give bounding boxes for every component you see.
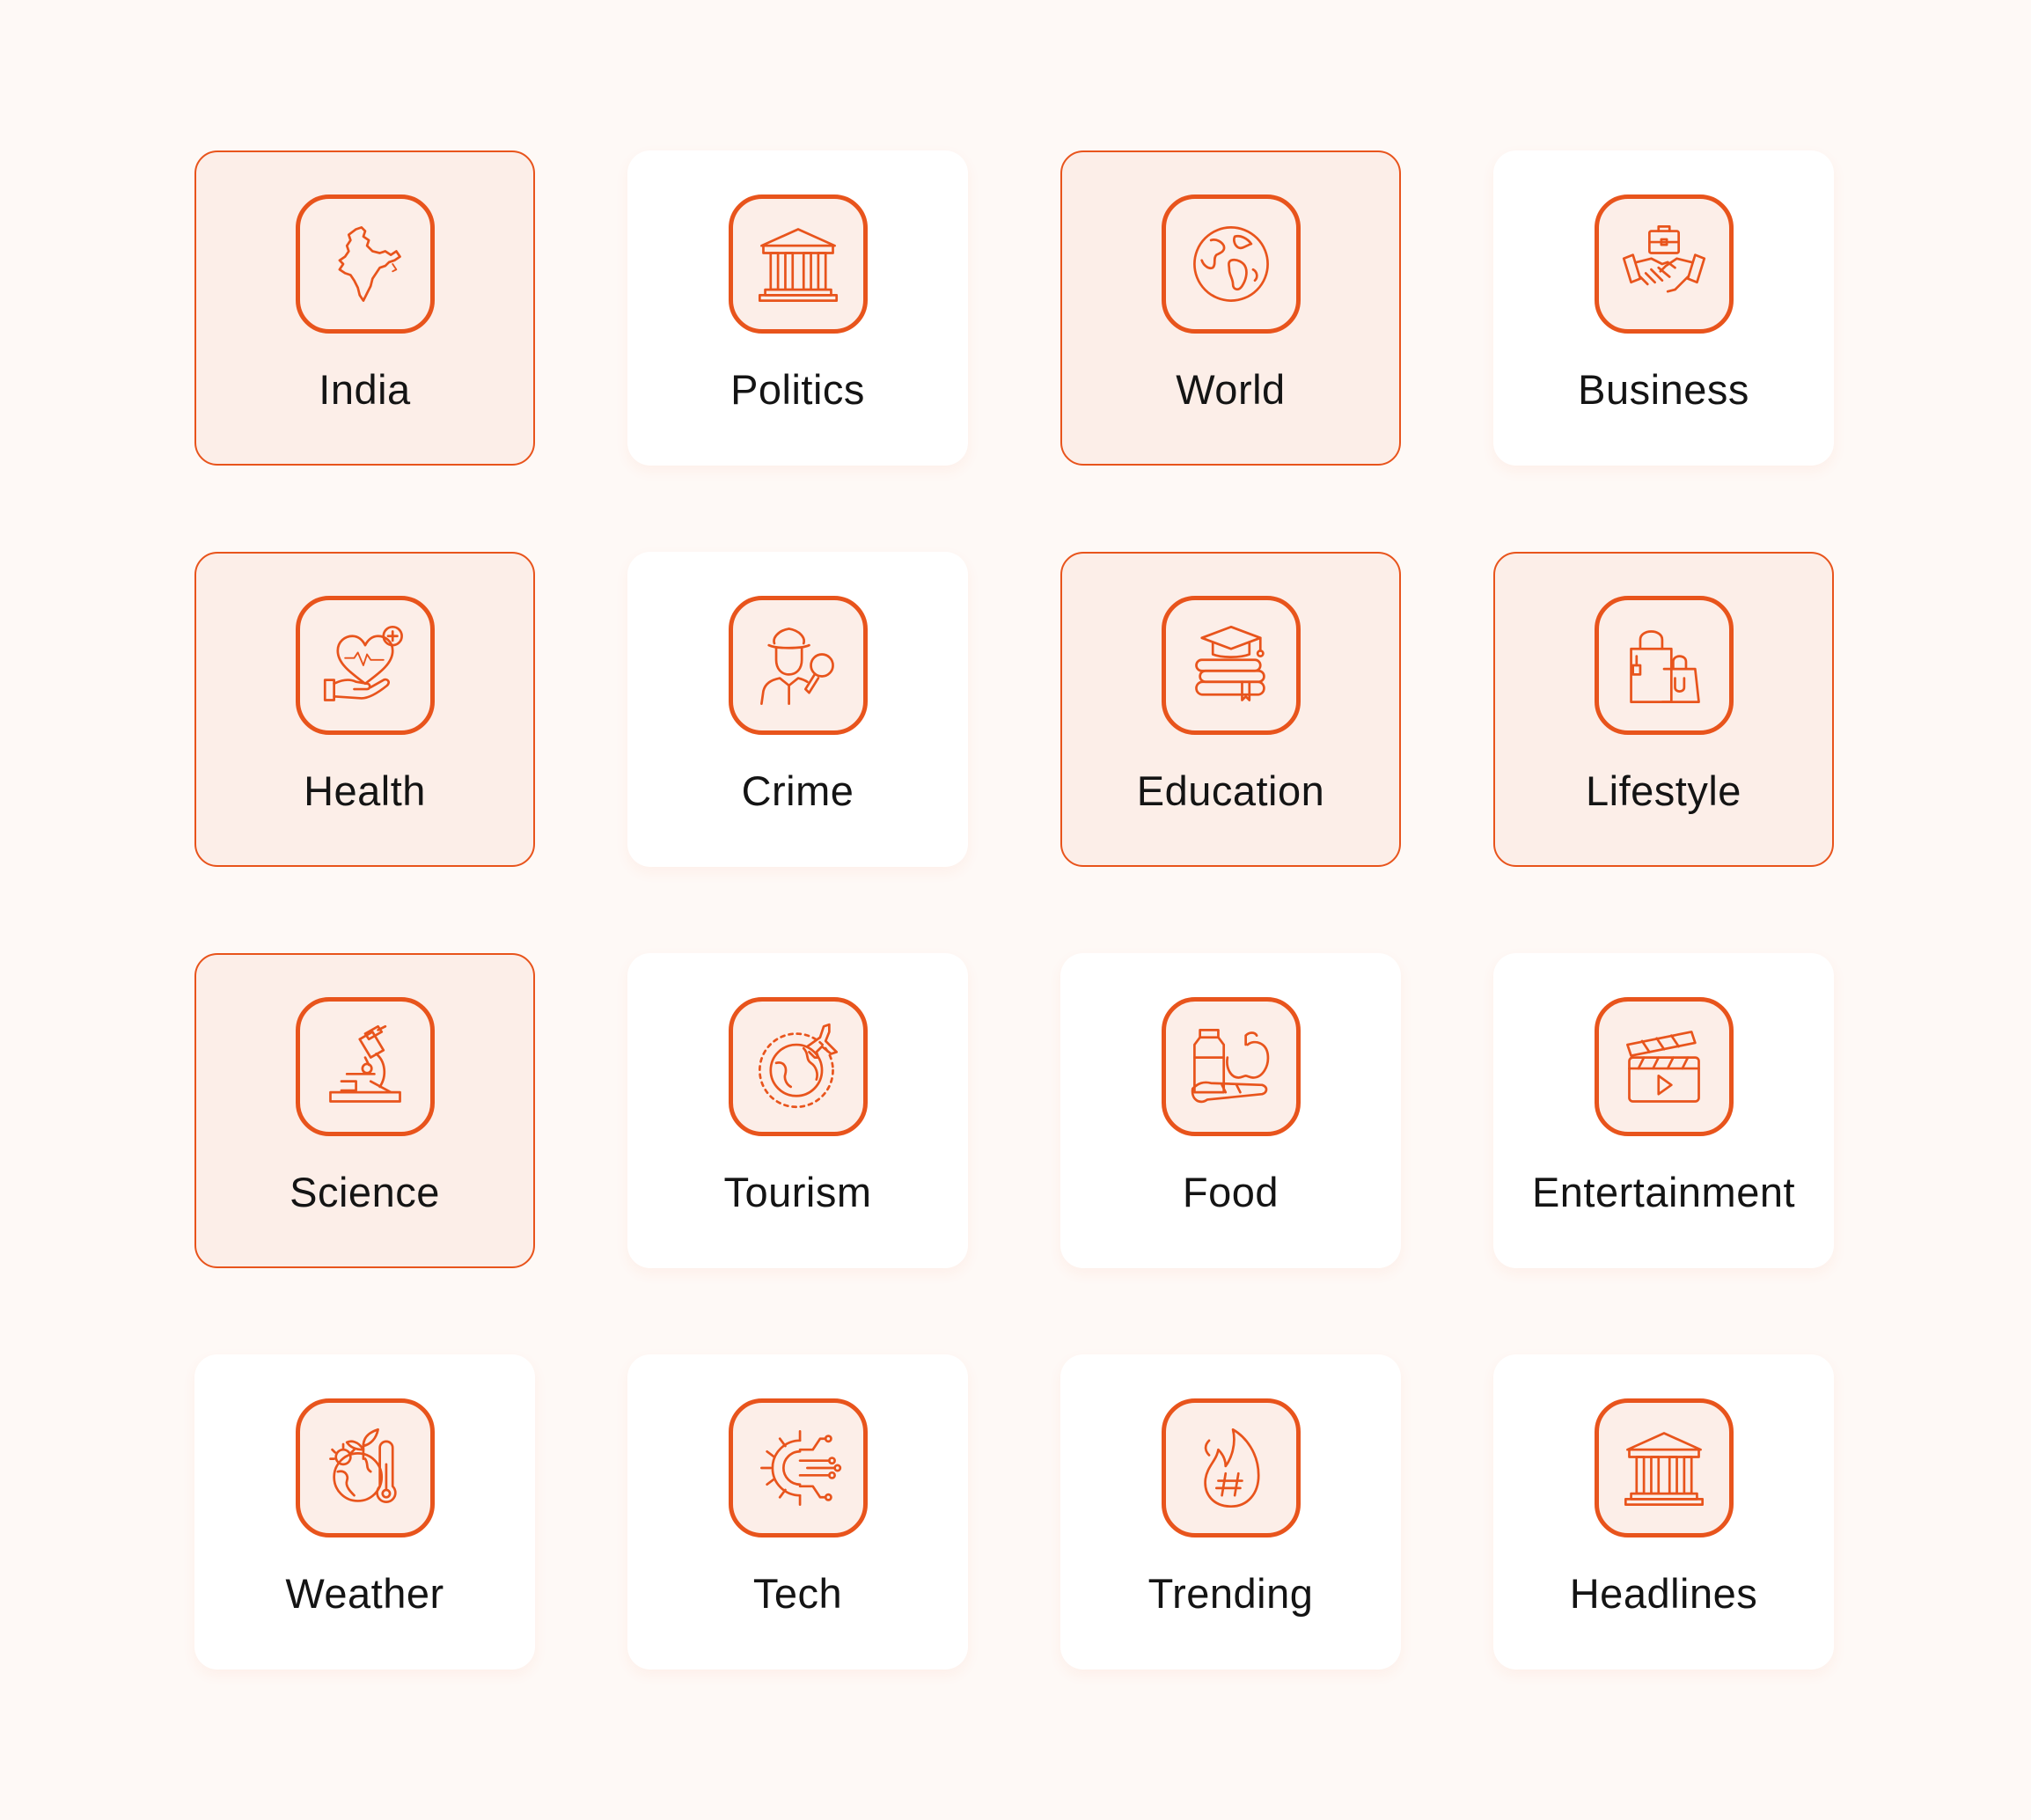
category-card-world[interactable]: World	[1060, 150, 1401, 466]
category-card-crime[interactable]: Crime	[627, 552, 968, 867]
gear-circuit-icon	[728, 1398, 868, 1537]
microscope-icon	[295, 997, 435, 1136]
graduation-cap-books-icon	[1161, 596, 1301, 735]
category-label: Crime	[741, 767, 854, 814]
category-label: Tech	[752, 1570, 843, 1617]
shopping-bags-icon	[1594, 596, 1734, 735]
category-label: Food	[1182, 1169, 1279, 1215]
category-label: World	[1176, 366, 1286, 413]
category-label: Lifestyle	[1586, 767, 1741, 814]
clapperboard-icon	[1594, 997, 1734, 1136]
india-map-icon	[295, 194, 435, 334]
groceries-icon	[1161, 997, 1301, 1136]
category-card-lifestyle[interactable]: Lifestyle	[1493, 552, 1834, 867]
category-grid: India Politics World Business Health Cri…	[194, 150, 1834, 1670]
category-label: India	[319, 366, 411, 413]
earth-thermometer-icon	[295, 1398, 435, 1537]
fire-hashtag-icon	[1161, 1398, 1301, 1537]
category-card-trending[interactable]: Trending	[1060, 1354, 1401, 1670]
category-card-tech[interactable]: Tech	[627, 1354, 968, 1670]
category-card-entertainment[interactable]: Entertainment	[1493, 953, 1834, 1268]
category-label: Headlines	[1569, 1570, 1758, 1617]
detective-icon	[728, 596, 868, 735]
category-card-science[interactable]: Science	[194, 953, 535, 1268]
category-card-health[interactable]: Health	[194, 552, 535, 867]
category-card-business[interactable]: Business	[1493, 150, 1834, 466]
category-card-food[interactable]: Food	[1060, 953, 1401, 1268]
category-card-tourism[interactable]: Tourism	[627, 953, 968, 1268]
category-card-india[interactable]: India	[194, 150, 535, 466]
government-building-icon	[728, 194, 868, 334]
category-label: Weather	[285, 1570, 444, 1617]
category-card-headlines[interactable]: Headlines	[1493, 1354, 1834, 1670]
category-label: Politics	[730, 366, 865, 413]
globe-airplane-icon	[728, 997, 868, 1136]
government-building-icon	[1594, 1398, 1734, 1537]
category-label: Trending	[1147, 1570, 1314, 1617]
category-label: Tourism	[723, 1169, 872, 1215]
category-card-politics[interactable]: Politics	[627, 150, 968, 466]
heart-in-hand-icon	[295, 596, 435, 735]
category-label: Health	[304, 767, 426, 814]
category-label: Business	[1578, 366, 1749, 413]
category-card-education[interactable]: Education	[1060, 552, 1401, 867]
handshake-briefcase-icon	[1594, 194, 1734, 334]
category-label: Entertainment	[1531, 1169, 1796, 1215]
category-label: Education	[1136, 767, 1325, 814]
category-card-weather[interactable]: Weather	[194, 1354, 535, 1670]
globe-icon	[1161, 194, 1301, 334]
category-label: Science	[290, 1169, 440, 1215]
